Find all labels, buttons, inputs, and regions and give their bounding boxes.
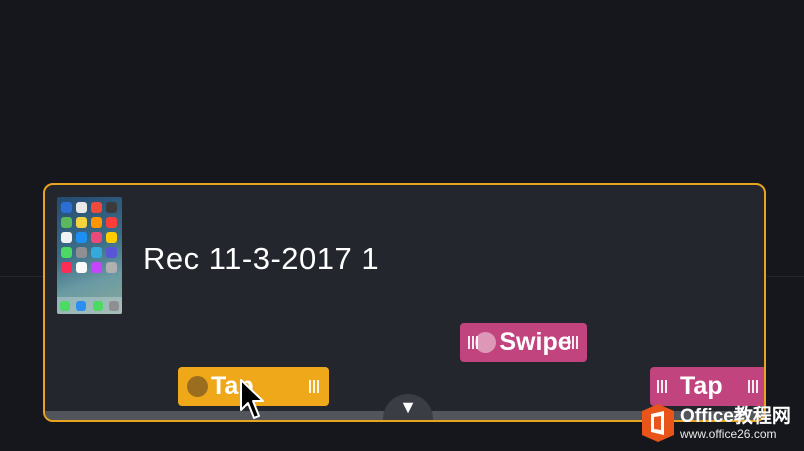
right-drag-handle-icon[interactable]	[309, 380, 321, 393]
left-drag-handle-icon[interactable]	[468, 336, 480, 349]
phone-screenshot-thumbnail	[57, 197, 122, 314]
gesture-dot-icon	[187, 376, 208, 397]
mouse-pointer-icon	[240, 379, 264, 419]
recording-title: Rec 11-3-2017 1	[143, 241, 380, 276]
tap-gesture-chip[interactable]: Tap	[650, 367, 764, 406]
home-screen-dock	[57, 297, 122, 314]
triangle-down-icon: ▼	[399, 396, 417, 417]
watermark-title: Office教程网	[680, 405, 791, 427]
site-watermark: Office教程网 www.office26.com	[640, 403, 791, 443]
timeline-collapse-handle[interactable]: ▼	[383, 394, 433, 420]
right-drag-handle-icon[interactable]	[568, 336, 580, 349]
home-screen-apps	[61, 202, 119, 273]
recording-clip[interactable]: Rec 11-3-2017 1 Swipe Tap Tap ▼	[43, 183, 766, 422]
office-logo-icon	[642, 404, 674, 442]
gesture-label: Swipe	[499, 328, 572, 356]
swipe-gesture-chip[interactable]: Swipe	[460, 323, 587, 362]
right-drag-handle-icon[interactable]	[748, 380, 760, 393]
gesture-label: Tap	[680, 372, 723, 400]
watermark-url: www.office26.com	[680, 426, 777, 441]
left-drag-handle-icon[interactable]	[657, 380, 669, 393]
